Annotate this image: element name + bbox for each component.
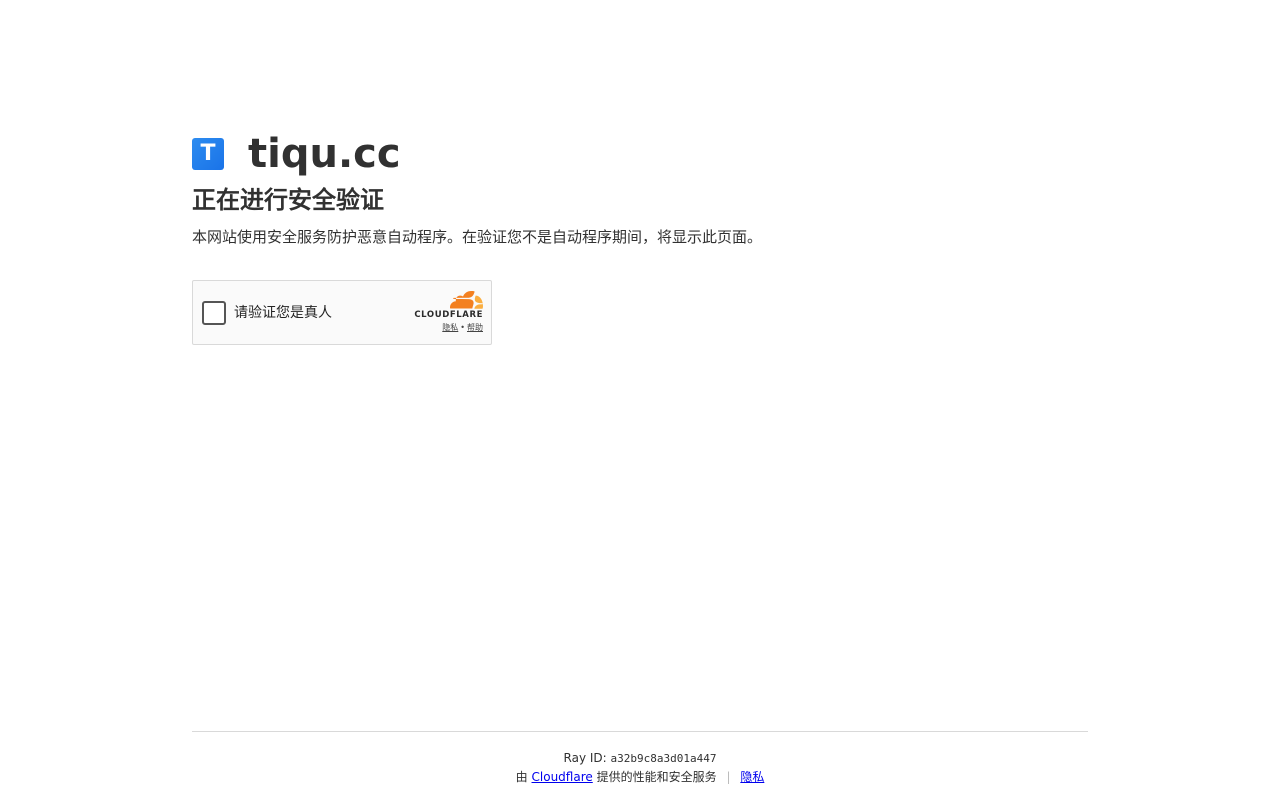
footer-separator: | [726,770,731,784]
cloud-main-shape [450,291,475,309]
ray-id-label: Ray ID: [563,751,607,765]
cloudflare-wordmark: CLOUDFLARE [414,310,483,320]
widget-links-separator: • [460,323,465,332]
cloudflare-brand: CLOUDFLARE 隐私 • 帮助 [403,291,483,333]
site-logo-letter: T [200,141,216,166]
page: T tiqu.cc 正在进行安全验证 本网站使用安全服务防护恶意自动程序。在验证… [0,0,1280,800]
challenge-description: 本网站使用安全服务防护恶意自动程序。在验证您不是自动程序期间，将显示此页面。 [192,228,763,246]
main-content: T tiqu.cc 正在进行安全验证 本网站使用安全服务防护恶意自动程序。在验证… [192,130,1088,345]
page-title: 正在进行安全验证 [192,186,384,214]
footer: Ray ID: a32b9c8a3d01a447 由 Cloudflare 提供… [192,731,1088,785]
footer-privacy-link[interactable]: 隐私 [740,770,764,784]
site-logo-icon: T [192,138,224,170]
ray-id-value: a32b9c8a3d01a447 [610,752,717,765]
turnstile-widget: 请验证您是真人 CLOUDFLARE 隐私 • 帮助 [192,280,492,345]
site-header: T tiqu.cc [192,130,1088,178]
widget-help-link[interactable]: 帮助 [467,323,483,332]
widget-privacy-link[interactable]: 隐私 [442,323,458,332]
performance-prefix: 由 [515,770,528,784]
cloudflare-cloud-icon [450,291,483,309]
performance-line: 由 Cloudflare 提供的性能和安全服务 | 隐私 [192,769,1088,785]
cloud-light-shape [474,295,483,309]
verify-checkbox-label[interactable]: 请验证您是真人 [234,303,332,323]
verify-checkbox[interactable] [202,301,226,325]
performance-suffix: 提供的性能和安全服务 [596,770,717,784]
widget-links: 隐私 • 帮助 [403,323,483,333]
ray-id-line: Ray ID: a32b9c8a3d01a447 [192,750,1088,767]
cloudflare-link[interactable]: Cloudflare [532,770,593,784]
site-name: tiqu.cc [248,131,401,177]
